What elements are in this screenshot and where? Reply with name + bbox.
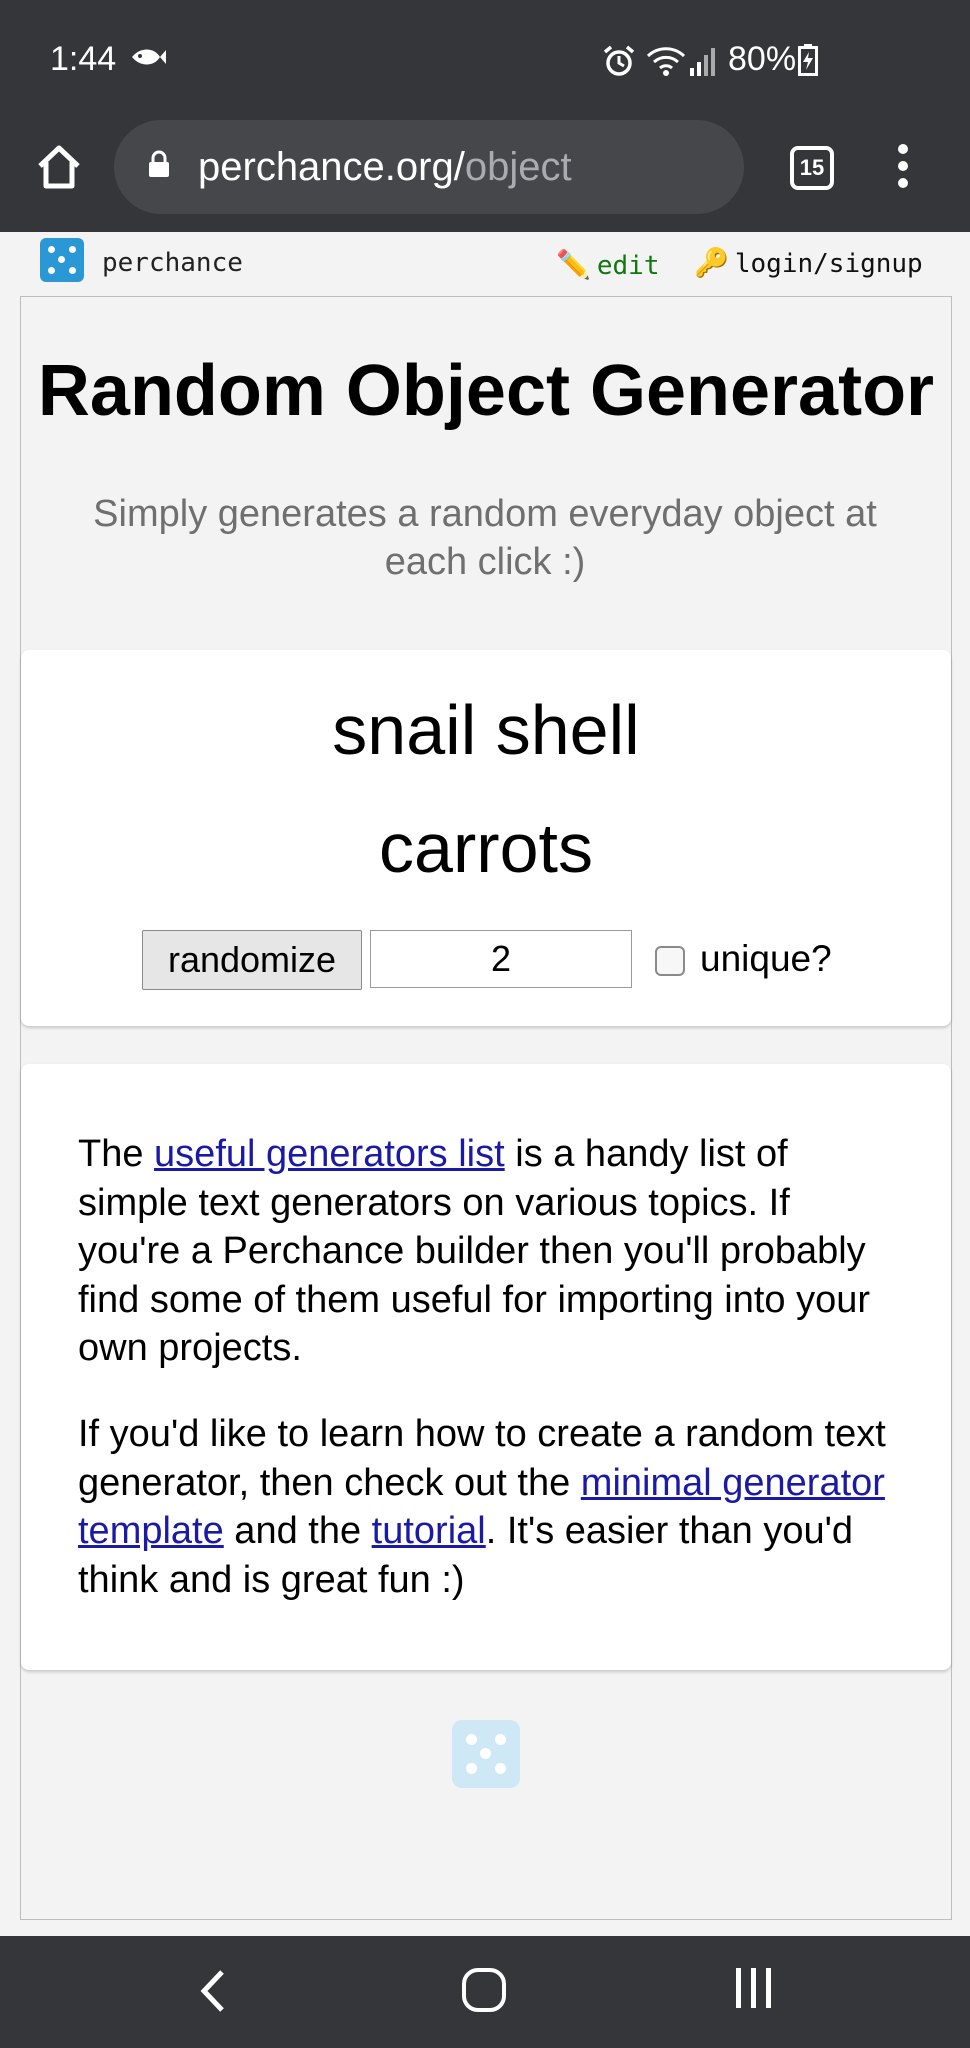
wifi-icon [646, 44, 686, 83]
result-item: snail shell [332, 691, 640, 769]
perchance-logo-icon[interactable] [40, 238, 84, 282]
url-host: perchance.org/ [198, 145, 465, 189]
page-title: Random Object Generator [37, 351, 935, 431]
randomize-button[interactable]: randomize [142, 930, 362, 990]
url-text: perchance.org/object [198, 145, 572, 190]
battery-percent: 80% [728, 40, 797, 78]
login-signup-link[interactable]: 🔑 login/signup [694, 246, 923, 279]
count-input[interactable] [370, 930, 632, 988]
result-item: carrots [379, 809, 593, 887]
unique-checkbox[interactable] [655, 946, 685, 976]
pencil-icon: ✏️ [556, 248, 591, 281]
unique-label: unique? [700, 938, 832, 979]
system-nav-bar [0, 1936, 970, 2048]
info-paragraph: If you'd like to learn how to create a r… [78, 1410, 898, 1604]
tab-switcher-button[interactable]: 15 [790, 146, 834, 190]
fish-icon [130, 46, 166, 74]
back-icon[interactable] [198, 1968, 228, 2019]
home-nav-icon[interactable] [462, 1968, 506, 2012]
battery-icon [798, 44, 818, 81]
edit-label: edit [596, 251, 660, 281]
recent-apps-icon[interactable] [736, 1968, 771, 2008]
alarm-icon [602, 44, 636, 83]
tutorial-link[interactable]: tutorial [372, 1510, 486, 1552]
useful-generators-link[interactable]: useful generators list [154, 1133, 505, 1175]
status-bar: 1:44 80% [0, 0, 970, 118]
url-path: object [464, 145, 572, 189]
edit-link[interactable]: ✏️ edit [556, 248, 660, 281]
info-paragraph: The useful generators list is a handy li… [78, 1130, 898, 1373]
home-icon[interactable] [34, 142, 84, 192]
signal-icon [690, 46, 718, 81]
more-menu-icon[interactable] [896, 144, 910, 192]
browser-toolbar: perchance.org/object 15 [0, 118, 970, 232]
clock: 1:44 [50, 40, 117, 78]
login-label: login/signup [734, 249, 923, 279]
brand-link[interactable]: perchance [102, 248, 243, 278]
dice-icon[interactable] [452, 1720, 520, 1788]
address-bar[interactable]: perchance.org/object [114, 120, 744, 214]
text-span: and the [223, 1510, 372, 1552]
lock-icon [148, 150, 170, 178]
key-icon: 🔑 [694, 246, 729, 279]
text-span: The [78, 1133, 155, 1175]
page-subtitle: Simply generates a random everyday objec… [93, 493, 877, 583]
